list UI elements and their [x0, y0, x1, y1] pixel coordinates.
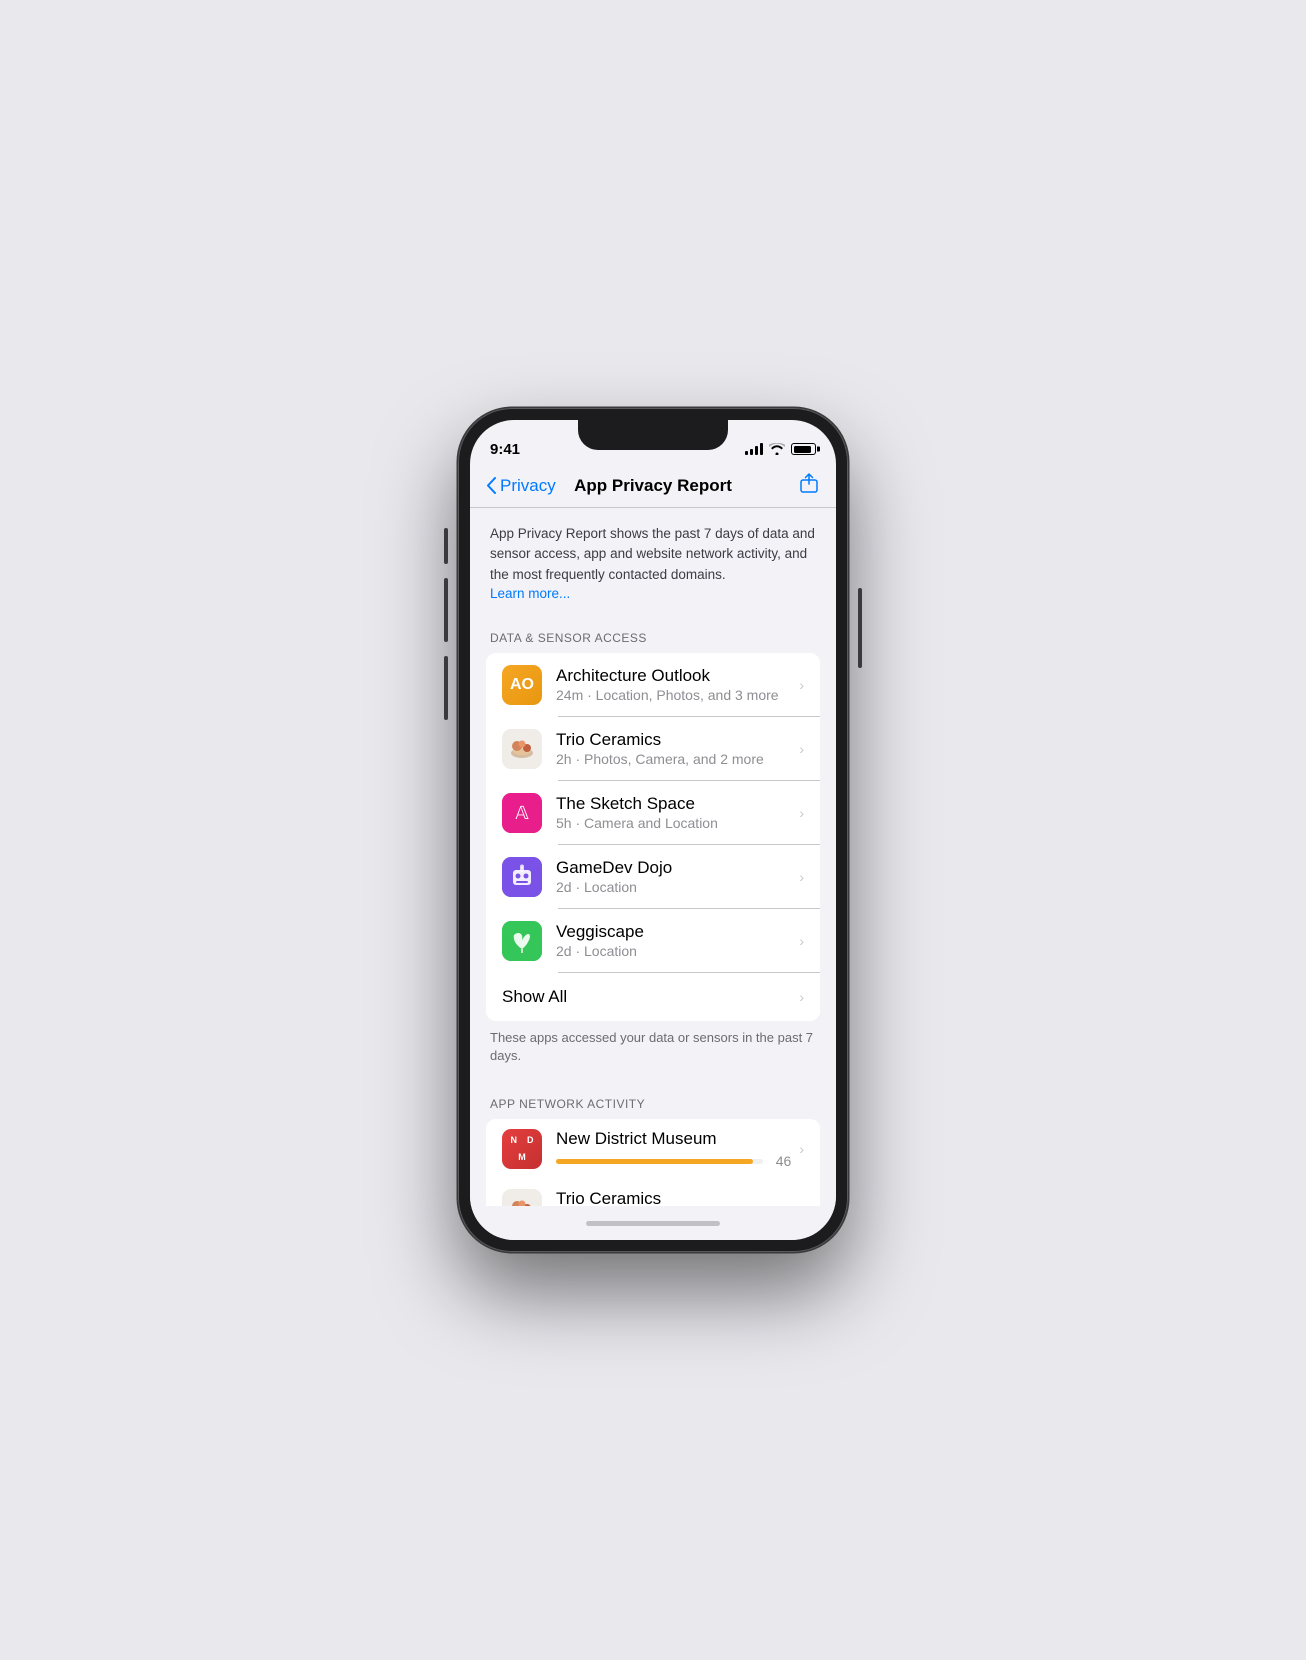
bar-count: 46 — [771, 1153, 791, 1169]
bar-track — [556, 1159, 763, 1164]
chevron-icon: › — [799, 741, 804, 757]
item-sub: 2d · Location — [556, 943, 791, 959]
network-item-trio[interactable]: Trio Ceramics 30 › — [486, 1179, 820, 1206]
volume-silent-button — [444, 528, 448, 564]
sensor-footer-text: These apps accessed your data or sensors… — [470, 1021, 836, 1081]
list-item[interactable]: AO Architecture Outlook 24m · Location, … — [486, 653, 820, 717]
network-item-content: Trio Ceramics 30 — [556, 1189, 791, 1206]
item-name: Architecture Outlook — [556, 666, 791, 686]
signal-icon — [745, 443, 763, 455]
item-text: Veggiscape 2d · Location — [556, 922, 791, 959]
main-content: App Privacy Report shows the past 7 days… — [470, 508, 836, 1206]
page-title: App Privacy Report — [574, 476, 732, 496]
network-list: N D M New District Museum 46 › — [486, 1119, 820, 1206]
app-icon-trio — [502, 729, 542, 769]
volume-down-button — [444, 656, 448, 720]
item-name: Trio Ceramics — [556, 730, 791, 750]
app-icon-trio-network — [502, 1189, 542, 1206]
wifi-icon — [769, 443, 785, 455]
app-icon-ao: AO — [502, 665, 542, 705]
bar-fill — [556, 1159, 753, 1164]
list-item[interactable]: Veggiscape 2d · Location › — [486, 909, 820, 973]
status-icons — [745, 443, 816, 455]
app-icon-veggi — [502, 921, 542, 961]
data-sensor-list: AO Architecture Outlook 24m · Location, … — [486, 653, 820, 1021]
svg-text:𝔸: 𝔸 — [515, 803, 529, 823]
app-icon-sketch: 𝔸 — [502, 793, 542, 833]
chevron-icon: › — [799, 1201, 804, 1206]
item-sub: 24m · Location, Photos, and 3 more — [556, 687, 791, 703]
item-name: The Sketch Space — [556, 794, 791, 814]
network-item-content: New District Museum 46 — [556, 1129, 791, 1169]
volume-up-button — [444, 578, 448, 642]
list-item[interactable]: GameDev Dojo 2d · Location › — [486, 845, 820, 909]
item-text: Trio Ceramics 2h · Photos, Camera, and 2… — [556, 730, 791, 767]
item-name: GameDev Dojo — [556, 858, 791, 878]
back-button[interactable]: Privacy — [486, 476, 556, 496]
data-sensor-header: DATA & SENSOR ACCESS — [470, 615, 836, 653]
network-item-name: New District Museum — [556, 1129, 791, 1149]
app-icon-ndm: N D M — [502, 1129, 542, 1169]
learn-more-link[interactable]: Learn more... — [490, 586, 570, 601]
item-name: Veggiscape — [556, 922, 791, 942]
power-button — [858, 588, 862, 668]
item-sub: 2h · Photos, Camera, and 2 more — [556, 751, 791, 767]
show-all-item[interactable]: Show All › — [486, 973, 820, 1021]
network-item-name: Trio Ceramics — [556, 1189, 791, 1206]
network-header: APP NETWORK ACTIVITY — [470, 1081, 836, 1119]
item-text: Architecture Outlook 24m · Location, Pho… — [556, 666, 791, 703]
chevron-icon: › — [799, 1141, 804, 1157]
list-item[interactable]: Trio Ceramics 2h · Photos, Camera, and 2… — [486, 717, 820, 781]
battery-icon — [791, 443, 816, 455]
back-label: Privacy — [500, 476, 556, 496]
chevron-icon: › — [799, 677, 804, 693]
home-indicator-area — [470, 1206, 836, 1240]
phone-frame: 9:41 Privacy — [458, 408, 848, 1252]
chevron-icon: › — [799, 869, 804, 885]
list-item[interactable]: 𝔸 The Sketch Space 5h · Camera and Locat… — [486, 781, 820, 845]
chevron-icon: › — [799, 805, 804, 821]
item-text: GameDev Dojo 2d · Location — [556, 858, 791, 895]
item-sub: 2d · Location — [556, 879, 791, 895]
chevron-icon: › — [799, 933, 804, 949]
share-button[interactable] — [798, 472, 820, 499]
app-icon-gamedev — [502, 857, 542, 897]
navigation-bar: Privacy App Privacy Report — [470, 464, 836, 508]
bar-row: 46 — [556, 1153, 791, 1169]
description-text: App Privacy Report shows the past 7 days… — [490, 526, 815, 582]
network-item-ndm[interactable]: N D M New District Museum 46 › — [486, 1119, 820, 1179]
phone-screen: 9:41 Privacy — [470, 420, 836, 1240]
chevron-icon: › — [799, 989, 804, 1005]
item-text: The Sketch Space 5h · Camera and Locatio… — [556, 794, 791, 831]
status-time: 9:41 — [490, 441, 520, 458]
item-sub: 5h · Camera and Location — [556, 815, 791, 831]
home-indicator — [586, 1221, 720, 1226]
show-all-text: Show All — [502, 987, 567, 1007]
notch — [578, 420, 728, 450]
description-section: App Privacy Report shows the past 7 days… — [470, 508, 836, 615]
